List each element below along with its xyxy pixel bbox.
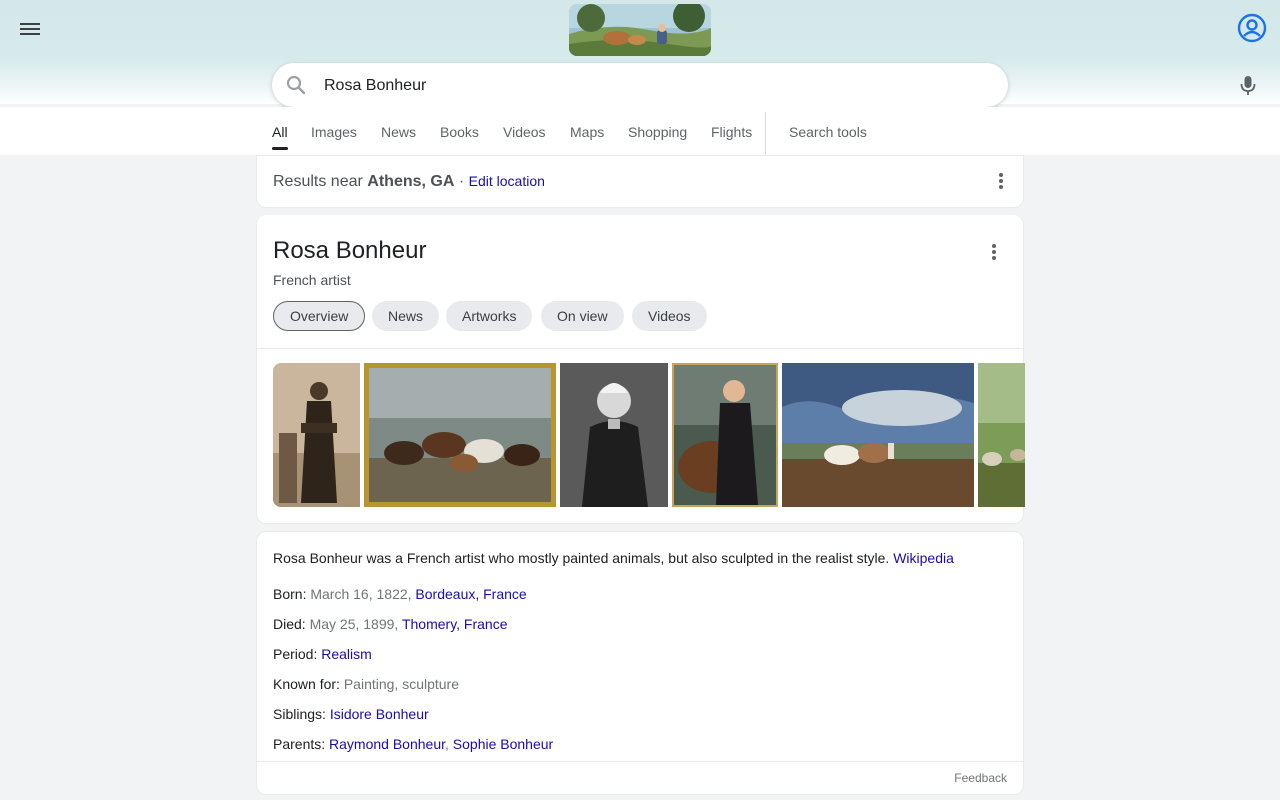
hamburger-menu-icon[interactable] [18,20,42,40]
fact-label: Known for: [273,676,340,692]
tab-books[interactable]: Books [440,124,479,140]
fact-parents: Parents: Raymond Bonheur, Sophie Bonheur [273,736,553,752]
fact-value: May 25, 1899, [309,616,399,632]
location-card: Results near Athens, GA · Edit location [256,155,1024,208]
fact-label: Parents: [273,736,326,752]
chip-artworks[interactable]: Artworks [446,301,533,331]
more-options-icon[interactable] [991,172,1011,192]
search-input[interactable] [322,73,966,99]
fact-value: March 16, 1822, [310,586,412,602]
fact-label: Period: [273,646,318,662]
doodle-logo[interactable] [569,4,711,56]
location-text: Results near Athens, GA · Edit location [273,173,545,191]
fact-known-for: Known for: Painting, sculpture [273,676,459,692]
fact-born: Born: March 16, 1822, Bordeaux, France [273,586,527,602]
image-thumbnail[interactable] [672,363,778,507]
image-carousel [273,363,1025,507]
tab-flights[interactable]: Flights [711,124,752,140]
knowledge-panel: Rosa Bonheur French artist Overview News… [256,215,1025,524]
feedback-link[interactable]: Feedback [954,771,1007,785]
description-text: Rosa Bonheur was a French artist who mos… [273,550,890,566]
divider [257,761,1023,762]
tab-maps[interactable]: Maps [570,124,604,140]
parent-separator: , [445,736,449,752]
location-prefix: Results near [273,173,363,190]
fact-value: Painting, sculpture [343,676,460,692]
image-thumbnail[interactable] [364,363,556,507]
fact-died: Died: May 25, 1899, Thomery, France [273,616,508,632]
microphone-icon[interactable] [1240,75,1256,102]
divider [257,348,1023,349]
image-thumbnail[interactable] [782,363,974,507]
search-tools-button[interactable]: Search tools [789,124,867,140]
fact-siblings: Siblings: Isidore Bonheur [273,706,429,722]
search-tabs: All Images News Books Videos Maps Shoppi… [0,107,1280,155]
wikipedia-link[interactable]: Wikipedia [893,550,954,566]
parent-link[interactable]: Sophie Bonheur [453,736,553,752]
account-circle-icon[interactable] [1237,13,1267,43]
header [0,0,1280,107]
entity-description: Rosa Bonheur was a French artist who mos… [273,550,954,566]
parent-link[interactable]: Raymond Bonheur [329,736,445,752]
location-place: Athens, GA [367,173,455,190]
sibling-link[interactable]: Isidore Bonheur [330,706,429,722]
chip-videos[interactable]: Videos [632,301,707,331]
location-separator: · [458,173,465,190]
entity-info-card: Rosa Bonheur was a French artist who mos… [256,531,1024,795]
image-thumbnail[interactable] [560,363,668,507]
chip-news[interactable]: News [372,301,440,331]
died-place-link[interactable]: Thomery, France [402,616,508,632]
tab-images[interactable]: Images [311,124,357,140]
fact-label: Born: [273,586,307,602]
tab-news[interactable]: News [381,124,416,140]
entity-title: Rosa Bonheur [273,237,427,264]
edit-location-link[interactable]: Edit location [469,173,545,189]
tab-all[interactable]: All [272,124,288,150]
tab-videos[interactable]: Videos [503,124,546,140]
more-options-icon[interactable] [984,243,1004,263]
tab-shopping[interactable]: Shopping [628,124,687,140]
image-thumbnail[interactable] [273,363,360,507]
fact-period: Period: Realism [273,646,372,662]
born-place-link[interactable]: Bordeaux, France [415,586,526,602]
chip-on-view[interactable]: On view [541,301,624,331]
entity-subtitle: French artist [273,272,351,288]
tabs-divider [765,112,766,154]
magnifier-icon[interactable] [286,75,306,95]
chip-overview[interactable]: Overview [273,301,366,331]
image-thumbnail[interactable] [978,363,1025,507]
fact-label: Died: [273,616,306,632]
fact-label: Siblings: [273,706,326,722]
period-link[interactable]: Realism [321,646,372,662]
search-box[interactable] [272,63,1256,107]
